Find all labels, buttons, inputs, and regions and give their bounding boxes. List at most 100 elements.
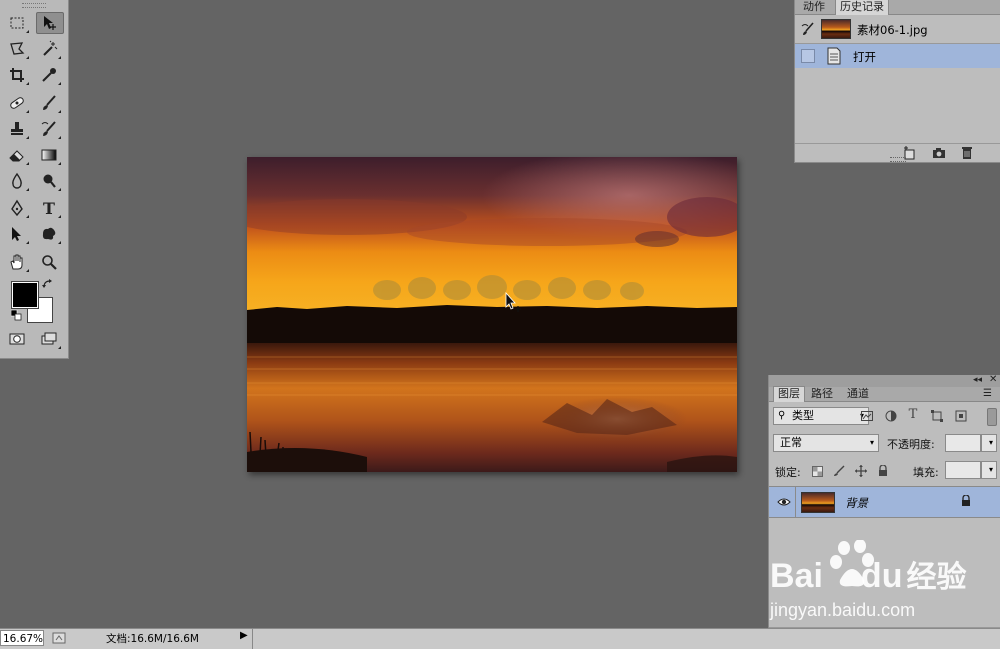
pen-tool[interactable] xyxy=(4,197,30,219)
droplet-icon xyxy=(12,172,22,189)
lock-label: 锁定: xyxy=(775,466,801,479)
smart-object-filter-icon[interactable] xyxy=(955,410,967,422)
marquee-tool[interactable] xyxy=(4,12,30,34)
eyedropper-tool[interactable] xyxy=(36,64,62,86)
hand-tool[interactable] xyxy=(4,251,30,273)
history-brush-source-icon[interactable] xyxy=(801,22,815,39)
default-colors-icon[interactable] xyxy=(10,309,22,324)
opacity-input[interactable] xyxy=(945,434,981,452)
foreground-color-swatch[interactable] xyxy=(11,281,39,309)
panel-resize-grip[interactable] xyxy=(890,157,906,162)
zoom-level-value: 16.67% xyxy=(3,633,44,645)
status-menu-arrow-icon[interactable]: ▶ xyxy=(240,630,248,641)
polygonal-lasso-icon xyxy=(10,42,25,55)
screen-mode-button[interactable] xyxy=(36,328,62,350)
layer-thumbnail xyxy=(801,492,835,513)
quick-mask-icon xyxy=(9,333,25,345)
document-canvas[interactable] xyxy=(247,157,737,472)
panel-menu-icon[interactable]: ☰ xyxy=(983,388,992,399)
filter-toggle-switch[interactable] xyxy=(987,408,997,426)
stamp-icon xyxy=(11,122,23,135)
dodge-tool[interactable] xyxy=(36,170,62,192)
fill-input[interactable] xyxy=(945,461,981,479)
eye-visibility-icon[interactable] xyxy=(777,496,791,510)
layer-filter-label: 类型 xyxy=(792,409,814,422)
swap-colors-icon[interactable] xyxy=(42,278,54,293)
tab-channels[interactable]: 通道 xyxy=(843,387,873,401)
blur-tool[interactable] xyxy=(4,170,30,192)
snapshot-name: 素材06-1.jpg xyxy=(857,23,928,37)
move-icon xyxy=(44,16,56,30)
lock-position-icon[interactable] xyxy=(855,465,867,477)
camera-icon[interactable] xyxy=(932,146,946,160)
pixel-filter-icon[interactable] xyxy=(861,410,873,422)
brush-tool[interactable] xyxy=(36,92,62,114)
fill-dropdown-button[interactable]: ▾ xyxy=(981,461,997,479)
custom-shape-tool[interactable] xyxy=(36,223,62,245)
path-selection-tool[interactable] xyxy=(4,223,30,245)
fill-label: 填充: xyxy=(913,466,939,479)
eraser-tool[interactable] xyxy=(4,144,30,166)
lock-image-pixels-icon[interactable] xyxy=(833,465,845,477)
zoom-tool[interactable] xyxy=(36,251,62,273)
bandage-icon xyxy=(10,97,24,109)
crop-tool[interactable] xyxy=(4,64,30,86)
layer-row-background[interactable]: 背景 xyxy=(769,486,1000,518)
lock-all-icon[interactable] xyxy=(877,465,889,477)
gradient-tool[interactable] xyxy=(36,144,62,166)
document-share-icon[interactable] xyxy=(52,632,66,647)
blend-mode-select[interactable]: 正常 ▾ xyxy=(773,434,879,452)
layer-lock-icon[interactable] xyxy=(961,494,971,510)
lock-transparent-pixels-icon[interactable] xyxy=(811,465,823,477)
shape-icon xyxy=(42,227,56,240)
opacity-dropdown-button[interactable]: ▾ xyxy=(981,434,997,452)
move-tool[interactable] xyxy=(36,12,64,34)
layer-filter-select[interactable]: ⚲ 类型 ▾ xyxy=(773,407,869,425)
magic-wand-tool[interactable] xyxy=(36,38,62,60)
mouse-cursor-icon xyxy=(505,291,525,317)
tab-actions[interactable]: 动作 xyxy=(799,0,829,14)
opacity-label: 不透明度: xyxy=(887,438,935,451)
zoom-level-field[interactable]: 16.67% xyxy=(0,630,44,646)
magic-wand-icon xyxy=(43,40,58,56)
document-icon xyxy=(826,47,842,68)
shape-filter-icon[interactable] xyxy=(931,410,943,422)
sunset-lake-photo xyxy=(247,157,737,472)
tab-paths[interactable]: 路径 xyxy=(807,387,837,401)
pen-icon xyxy=(11,199,23,217)
type-tool[interactable]: T xyxy=(36,197,62,219)
brush-icon xyxy=(43,95,56,110)
layer-name[interactable]: 背景 xyxy=(845,495,868,511)
close-panel-icon[interactable]: ✕ xyxy=(989,374,997,385)
dropdown-arrow-icon: ▾ xyxy=(869,438,874,447)
adjustment-filter-icon[interactable] xyxy=(885,410,897,422)
screen-mode-icon xyxy=(41,332,57,345)
dropdown-arrow-icon: ▾ xyxy=(988,465,993,474)
history-step-open[interactable]: 打开 xyxy=(795,44,1000,68)
status-bar: 16.67% 文档:16.6M/16.6M ▶ xyxy=(0,628,1000,649)
snapshot-thumbnail xyxy=(821,19,851,39)
history-brush-tool[interactable] xyxy=(36,118,62,140)
tab-layers[interactable]: 图层 xyxy=(773,386,805,402)
healing-brush-tool[interactable] xyxy=(4,92,30,114)
history-brush-icon xyxy=(41,121,56,136)
history-snapshot-row[interactable]: 素材06-1.jpg xyxy=(795,15,1000,44)
type-filter-icon[interactable]: T xyxy=(907,407,919,422)
tab-history[interactable]: 历史记录 xyxy=(835,0,889,15)
gradient-icon xyxy=(41,149,57,161)
clone-stamp-tool[interactable] xyxy=(4,118,30,140)
quick-mask-button[interactable] xyxy=(4,328,30,350)
eyedropper-icon xyxy=(42,68,56,82)
type-icon: T xyxy=(43,198,55,218)
eraser-icon xyxy=(9,150,24,162)
document-size-info: 文档:16.6M/16.6M xyxy=(106,633,199,645)
dodge-icon xyxy=(43,174,56,188)
status-divider xyxy=(252,629,253,649)
lasso-tool[interactable] xyxy=(4,38,30,60)
crop-icon xyxy=(10,68,24,82)
history-step-checkbox[interactable] xyxy=(801,49,815,63)
column-divider xyxy=(795,487,796,517)
trash-icon[interactable] xyxy=(960,146,974,160)
panel-grip[interactable] xyxy=(22,3,46,8)
collapse-panel-icon[interactable]: ◂◂ xyxy=(973,375,982,385)
